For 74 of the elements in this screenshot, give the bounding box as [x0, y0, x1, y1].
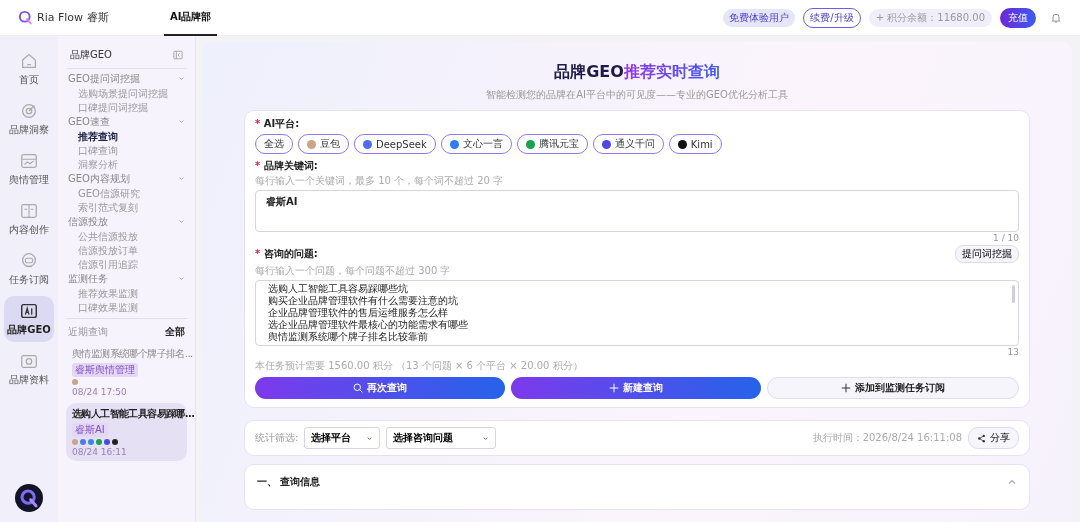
menu-item[interactable]: 推荐查询: [66, 129, 187, 143]
menu-group[interactable]: 监测任务: [66, 271, 187, 286]
nav-icon: [19, 301, 39, 321]
collapse-icon[interactable]: [173, 50, 183, 60]
search-icon: [353, 383, 363, 393]
nav-item[interactable]: 舆情管理: [4, 146, 54, 192]
nav-item[interactable]: 品牌资料: [4, 346, 54, 392]
brand-tag: 睿斯舆情管理: [72, 363, 138, 377]
query-time: 08/24 16:11: [72, 447, 127, 457]
question-line: 选企业品牌管理软件最核心的功能需求有哪些: [268, 319, 469, 331]
filter-label: 统计筛选:: [255, 431, 299, 445]
question-select[interactable]: 选择咨询问题: [386, 427, 497, 449]
brand-tag: 睿斯AI: [72, 423, 108, 437]
view-all-link[interactable]: 全部: [165, 325, 185, 339]
plus-icon: [841, 383, 851, 393]
platform-chip[interactable]: 豆包: [298, 134, 349, 154]
query-time: 08/24 17:50: [72, 387, 127, 397]
page-subtitle: 智能检测您的品牌在AI平台中的可见度——专业的GEO优化分析工具: [485, 88, 789, 102]
field-label: * 品牌关键词:: [255, 159, 319, 173]
notification-icon[interactable]: [1050, 11, 1062, 24]
nav-item[interactable]: 首页: [4, 46, 54, 92]
cost-estimate: 本任务预计需要 1560.00 积分 （13 个问题 × 6 个平台 × 20.00 积分）: [255, 359, 584, 373]
platform-select[interactable]: 选择平台: [304, 427, 381, 449]
nav-item[interactable]: 品牌洞察: [4, 96, 54, 142]
submenu-title: 品牌GEO: [70, 48, 112, 62]
execution-time: 执行时间：2026/8/24 16:11:08: [812, 431, 962, 445]
questions-field[interactable]: 选购人工智能工具容易踩哪些坑 购买企业品牌管理软件有什么需要注意的坑 企业品牌管理软件的售后运维服务怎么样 选企业品牌管理软件最核心的功能需求有哪些 舆情监测系统哪个牌子排名比较靠前: [255, 280, 1019, 346]
field-label: * 咨询的问题:: [255, 247, 318, 261]
plan-badge: 免费体验用户: [723, 8, 796, 27]
nav-icon: [19, 51, 39, 71]
question-line: 舆情监测系统哪个牌子排名比较靠前: [268, 331, 429, 343]
brand-name: Ria Flow 睿斯: [37, 10, 109, 25]
question-line: 选购人工智能工具容易踩哪些坑: [268, 283, 409, 295]
keyword-count: 1 / 10: [992, 233, 1019, 243]
nav-icon: [19, 101, 39, 121]
logo-icon: [18, 10, 33, 25]
requery-button[interactable]: 再次查询: [255, 377, 505, 399]
nav-item[interactable]: 品牌GEO: [4, 296, 54, 342]
platform-chip[interactable]: 文心一言: [440, 134, 512, 154]
share-button[interactable]: 分享: [968, 427, 1019, 449]
query-title: 选购人工智能工具容易踩哪...: [72, 407, 195, 421]
nav-item[interactable]: 任务订阅: [4, 246, 54, 292]
platform-chip[interactable]: DeepSeek: [354, 134, 436, 154]
nav-icon: [19, 201, 39, 221]
chevron-icon: [366, 434, 374, 442]
platform-chip[interactable]: Kimi: [668, 134, 722, 154]
chevron-icon: [482, 434, 490, 442]
menu-group[interactable]: GEO提问词挖掘: [66, 71, 187, 86]
field-label: * AI平台:: [255, 117, 301, 131]
section-title: 一、 查询信息: [257, 475, 321, 489]
mine-questions-button[interactable]: 提问词挖掘: [955, 245, 1019, 263]
question-line: 购买企业品牌管理软件有什么需要注意的坑: [268, 295, 459, 307]
question-count: 13: [1006, 347, 1019, 357]
platform-chip[interactable]: 腾讯元宝: [516, 134, 588, 154]
query-title: 舆情监测系统哪个牌子排名...: [72, 347, 193, 361]
share-icon: [977, 433, 986, 443]
new-query-button[interactable]: 新建查询: [511, 377, 761, 399]
chevron-icon[interactable]: [1007, 477, 1017, 487]
keywords-field[interactable]: 睿斯AI: [255, 190, 1019, 232]
platform-chip[interactable]: 通义千问: [592, 134, 664, 154]
question-line: 企业品牌管理软件的售后运维服务怎么样: [268, 307, 449, 319]
plus-icon: [609, 383, 619, 393]
user-avatar-icon[interactable]: [15, 484, 43, 512]
platform-chip[interactable]: 全选: [255, 134, 293, 154]
points-balance: + 积分余额：11680.00: [868, 8, 992, 27]
page-title: 品牌GEO推荐实时查询: [553, 62, 721, 83]
subscribe-button[interactable]: 添加到监测任务订阅: [767, 377, 1019, 399]
nav-item[interactable]: 内容创作: [4, 196, 54, 242]
nav-icon: [19, 151, 39, 171]
scrollbar[interactable]: [1012, 285, 1015, 303]
upgrade-button[interactable]: 续费/升级: [803, 7, 861, 28]
recent-title: 近期查询: [68, 325, 108, 339]
menu-group[interactable]: 信源投放: [66, 214, 187, 229]
recharge-button[interactable]: 充值: [1000, 7, 1036, 28]
